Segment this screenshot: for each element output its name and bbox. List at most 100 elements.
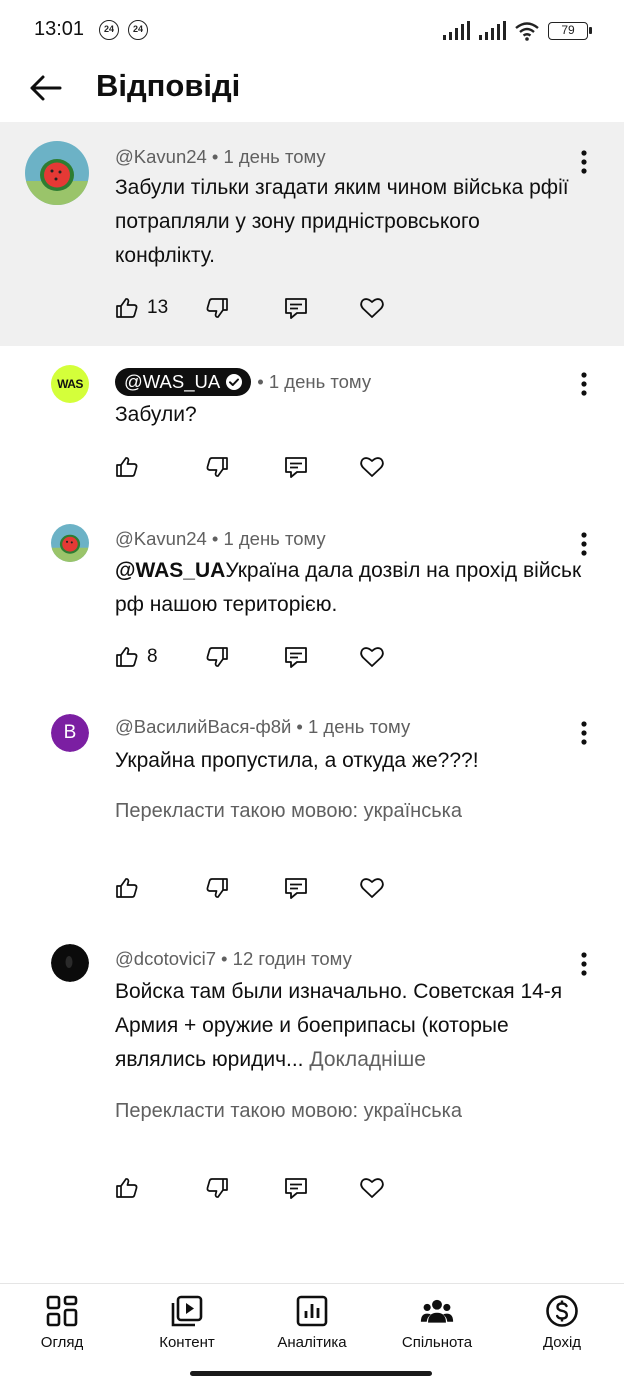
analytics-icon [296, 1295, 328, 1327]
thumb-down-icon [206, 647, 228, 667]
dislike-button[interactable] [205, 645, 229, 669]
heart-button[interactable] [359, 1176, 385, 1200]
nav-label: Огляд [40, 1334, 84, 1351]
app-bar: Відповіді [0, 60, 624, 122]
page-title: Відповіді [96, 68, 241, 103]
reply-comment-icon [285, 1178, 307, 1199]
nav-item-overview[interactable]: Огляд [7, 1294, 117, 1351]
nav-item-community[interactable]: Спільнота [382, 1294, 492, 1351]
comment-time: • 1 день тому [211, 146, 326, 167]
reply-button[interactable] [283, 1176, 309, 1200]
heart-button[interactable] [359, 876, 385, 900]
like-button[interactable]: 8 [115, 645, 158, 669]
nav-label: Контент [159, 1334, 215, 1351]
avatar[interactable] [25, 141, 89, 205]
like-button[interactable] [115, 876, 139, 900]
comment-meta: @ВасилийВася-ф8й • 1 день тому [115, 716, 410, 738]
nav-item-analytics[interactable]: Аналітика [257, 1294, 367, 1351]
comment-actions [115, 1173, 384, 1203]
like-button[interactable] [115, 1176, 139, 1200]
heart-button[interactable] [359, 455, 385, 479]
reply-comment: @Kavun24 • 1 день тому @WAS_UAУкраїна да… [0, 506, 624, 696]
more-vert-icon [581, 372, 587, 396]
watermelon-avatar-icon [51, 524, 89, 562]
avatar[interactable] [51, 524, 89, 562]
heart-icon [360, 878, 384, 898]
verified-icon [226, 374, 243, 390]
dislike-button[interactable] [205, 1176, 229, 1200]
author-name[interactable]: @dcotovici7 [115, 948, 216, 970]
more-options-button[interactable] [572, 719, 596, 747]
reply-button[interactable] [283, 645, 309, 669]
translate-link[interactable]: Перекласти такою мовою: українська [115, 1100, 462, 1123]
reply-button[interactable] [283, 876, 309, 900]
comment-actions: 8 [115, 642, 384, 672]
reply-button[interactable] [283, 296, 309, 320]
parent-comment: @Kavun24 • 1 день тому Забули тільки зга… [0, 122, 624, 346]
comment-text: @WAS_UAУкраїна дала дозвіл на прохід вій… [115, 554, 585, 622]
notification-badge-icon: 24 [128, 20, 148, 40]
heart-button[interactable] [359, 645, 385, 669]
author-name[interactable]: @Kavun24 [115, 146, 207, 168]
nav-item-content[interactable]: Контент [132, 1294, 242, 1351]
dislike-button[interactable] [205, 876, 229, 900]
thumb-up-icon [116, 647, 138, 667]
reply-button[interactable] [283, 455, 309, 479]
comment-meta: @WAS_UA • 1 день тому [115, 368, 371, 396]
reply-comment-icon [285, 298, 307, 319]
author-name[interactable]: @Kavun24 [115, 528, 207, 550]
reply-comment-icon [285, 457, 307, 478]
dislike-button[interactable] [205, 296, 229, 320]
like-count: 8 [147, 646, 158, 667]
avatar-text: WAS [57, 377, 83, 391]
comment-time: • 1 день тому [296, 716, 411, 737]
status-icons: 79 [442, 20, 592, 42]
dashboard-icon [46, 1295, 78, 1327]
comment-actions [115, 873, 384, 903]
like-button[interactable]: 13 [115, 296, 168, 320]
nav-label: Аналітика [277, 1334, 347, 1351]
avatar[interactable] [51, 944, 89, 982]
comment-meta: @dcotovici7 • 12 годин тому [115, 948, 352, 970]
watermelon-avatar-icon [25, 141, 89, 205]
read-more-link[interactable]: Докладніше [309, 1048, 426, 1071]
signal-icon [479, 21, 506, 40]
thumb-up-icon [116, 457, 138, 477]
like-button[interactable] [115, 455, 139, 479]
nav-label: Дохід [542, 1334, 582, 1351]
heart-icon [360, 647, 384, 667]
dark-avatar-icon [51, 944, 89, 982]
comment-actions: 13 [115, 293, 384, 323]
back-button[interactable] [24, 66, 68, 110]
notification-badge-icon: 24 [99, 20, 119, 40]
reply-comment-icon [285, 878, 307, 899]
mention-link[interactable]: @WAS_UA [115, 559, 225, 582]
heart-button[interactable] [359, 296, 385, 320]
reply-comment: @dcotovici7 • 12 годин тому Войска там б… [0, 926, 624, 1226]
more-options-button[interactable] [572, 370, 596, 398]
avatar[interactable]: В [51, 714, 89, 752]
more-vert-icon [581, 721, 587, 745]
more-options-button[interactable] [572, 950, 596, 978]
reply-comment-icon [285, 647, 307, 668]
translate-link[interactable]: Перекласти такою мовою: українська [115, 800, 462, 823]
comment-text: Войска там были изначально. Советская 14… [115, 975, 585, 1077]
heart-icon [360, 1178, 384, 1198]
home-indicator[interactable] [190, 1371, 432, 1376]
avatar[interactable]: WAS [51, 365, 89, 403]
heart-icon [360, 457, 384, 477]
reply-comment: В @ВасилийВася-ф8й • 1 день тому Украйна… [0, 696, 624, 926]
nav-item-revenue[interactable]: Дохід [507, 1294, 617, 1351]
comment-text: Забули тільки згадати яким чином війська… [115, 176, 569, 267]
battery-icon: 79 [548, 22, 592, 40]
more-vert-icon [581, 952, 587, 976]
thumb-up-icon [116, 878, 138, 898]
comment-meta: @Kavun24 • 1 день тому [115, 146, 326, 168]
comment-text: Украйна пропустила, а откуда же???! [115, 749, 479, 772]
thumb-up-icon [116, 298, 138, 318]
nav-label: Спільнота [401, 1334, 473, 1351]
author-name[interactable]: @ВасилийВася-ф8й [115, 716, 291, 738]
dislike-button[interactable] [205, 455, 229, 479]
author-chip[interactable]: @WAS_UA [115, 368, 252, 396]
wifi-icon [515, 22, 539, 41]
